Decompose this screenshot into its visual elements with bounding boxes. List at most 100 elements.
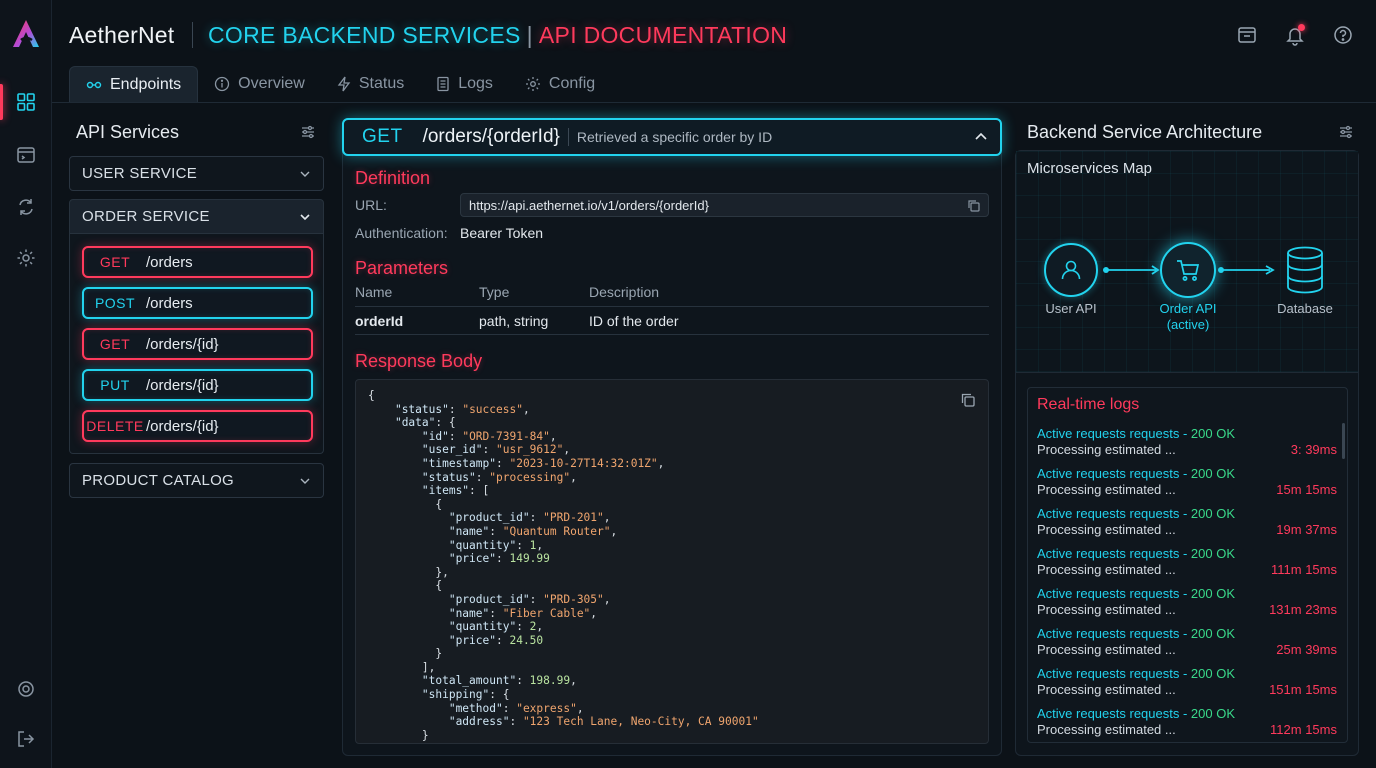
tab-logs[interactable]: Logs (420, 66, 509, 102)
terminal-icon[interactable] (14, 143, 38, 167)
log-message: Active requests requests (1037, 626, 1180, 641)
logs-title: Real-time logs (1037, 396, 1140, 413)
log-entry: Active requests requests - 200 OK Process… (1037, 626, 1337, 657)
logout-icon[interactable] (14, 727, 38, 751)
service-group-order[interactable]: ORDER SERVICE (69, 199, 324, 234)
log-time: 25m 39ms (1276, 642, 1337, 657)
rail-active-indicator (0, 84, 3, 120)
cart-icon[interactable] (1160, 242, 1216, 298)
service-group-label: PRODUCT CATALOG (82, 472, 235, 489)
endpoint-path: /orders (146, 253, 193, 271)
tab-endpoints[interactable]: Endpoints (69, 66, 199, 102)
service-group-label: USER SERVICE (82, 165, 198, 182)
node-label-order-api: Order API (active) (1148, 301, 1228, 333)
filter-icon[interactable] (1338, 124, 1354, 145)
code-line: "shipping": { (421, 688, 510, 702)
url-field[interactable]: https://api.aethernet.io/v1/orders/{orde… (460, 193, 989, 217)
endpoint-header[interactable]: GET /orders/{orderId} Retrieved a specif… (342, 118, 1002, 156)
tab-label: Endpoints (110, 75, 182, 93)
notification-dot (1298, 24, 1305, 31)
code-line: "id": "ORD-7391-84", (421, 429, 557, 443)
logs-scrollbar[interactable] (1342, 423, 1345, 459)
tab-config[interactable]: Config (509, 66, 611, 102)
code-line: } (368, 728, 429, 742)
auth-label: Authentication: (355, 225, 448, 241)
response-json: { "status": "success", "data": { "id": "… (356, 380, 988, 743)
code-line: }, (368, 565, 449, 579)
log-status: 200 OK (1190, 506, 1236, 521)
chevron-down-icon (300, 171, 310, 177)
filter-icon[interactable] (300, 124, 316, 145)
log-time: 3: 39ms (1290, 442, 1337, 457)
param-name: orderId (355, 313, 404, 329)
endpoint-path: /orders/{id} (146, 417, 219, 435)
log-entry: Active requests requests - 200 OK Process… (1037, 666, 1337, 697)
definition-heading: Definition (355, 168, 431, 188)
code-line: { (368, 389, 375, 402)
endpoint-get-orders[interactable]: GET /orders (82, 246, 313, 278)
page-title: CORE BACKEND SERVICES | API DOCUMENTATION (208, 22, 787, 49)
api-services-title: API Services (76, 122, 180, 142)
response-body-code[interactable]: { "status": "success", "data": { "id": "… (355, 379, 989, 744)
endpoint-post-orders[interactable]: POST /orders (82, 287, 313, 319)
settings-icon[interactable] (14, 677, 38, 701)
log-entry: Active requests requests - 200 OK Process… (1037, 426, 1337, 457)
chevron-down-icon (300, 214, 310, 221)
code-line: "items": [ (421, 484, 490, 498)
code-line: "status": "success", (394, 402, 530, 416)
bolt-icon (337, 76, 351, 92)
archive-icon[interactable] (1236, 24, 1258, 46)
connection-dot (1103, 267, 1109, 273)
code-line: } (368, 742, 402, 743)
param-table-divider (355, 306, 989, 307)
code-line: "price": 149.99 (448, 552, 550, 566)
tab-overview[interactable]: Overview (198, 66, 321, 102)
header-icons (1236, 24, 1354, 46)
database-icon[interactable] (1284, 245, 1326, 295)
node-status: (active) (1166, 317, 1210, 332)
node-label-database: Database (1277, 301, 1333, 316)
code-line: "product_id": "PRD-305", (448, 592, 611, 606)
endpoint-path: /orders/{id} (146, 376, 219, 394)
user-icon[interactable] (1044, 243, 1098, 297)
info-icon (215, 76, 230, 92)
chevron-up-icon[interactable] (974, 131, 988, 143)
tab-label: Config (548, 75, 596, 92)
method-badge: DELETE (86, 418, 144, 434)
endpoint-delete-order[interactable]: DELETE /orders/{id} (82, 410, 313, 442)
code-line: { (368, 497, 443, 511)
help-icon[interactable] (1332, 24, 1354, 46)
code-line: "total_amount": 198.99, (421, 674, 577, 688)
log-entry: Active requests requests - 200 OK Process… (1037, 586, 1337, 617)
sync-icon[interactable] (14, 195, 38, 219)
link-icon (86, 81, 102, 88)
log-message: Active requests requests (1037, 706, 1180, 721)
log-time: 131m 23ms (1269, 602, 1337, 617)
tab-status[interactable]: Status (321, 66, 420, 102)
service-group-label: ORDER SERVICE (82, 208, 210, 225)
app-header: AetherNet CORE BACKEND SERVICES | API DOCU… (52, 0, 1376, 66)
log-message: Active requests requests (1037, 426, 1180, 441)
copy-icon[interactable] (960, 392, 976, 408)
param-header-description: Description (589, 284, 660, 300)
copy-icon[interactable] (967, 199, 980, 212)
header-divider (567, 128, 569, 146)
param-header-type: Type (479, 284, 510, 300)
endpoint-put-order[interactable]: PUT /orders/{id} (82, 369, 313, 401)
log-status: 200 OK (1190, 546, 1236, 561)
code-line: "quantity": 2, (448, 620, 544, 634)
endpoint-get-order-by-id[interactable]: GET /orders/{id} (82, 328, 313, 360)
service-group-user[interactable]: USER SERVICE (69, 156, 324, 191)
gear-icon[interactable] (14, 246, 38, 270)
log-time: 19m 37ms (1276, 522, 1337, 537)
method-badge: GET (99, 254, 131, 270)
connection-dot (1218, 267, 1224, 273)
bell-icon[interactable] (1284, 24, 1306, 46)
url-value: https://api.aethernet.io/v1/orders/{orde… (469, 198, 709, 213)
log-entry: Active requests requests - 200 OK Process… (1037, 546, 1337, 577)
code-line: "address": "123 Tech Lane, Neo-City, CA … (448, 715, 759, 729)
tabs-divider (52, 102, 1376, 103)
service-group-product[interactable]: PRODUCT CATALOG (69, 463, 324, 498)
document-icon (437, 76, 449, 92)
dashboard-icon[interactable] (14, 90, 38, 114)
